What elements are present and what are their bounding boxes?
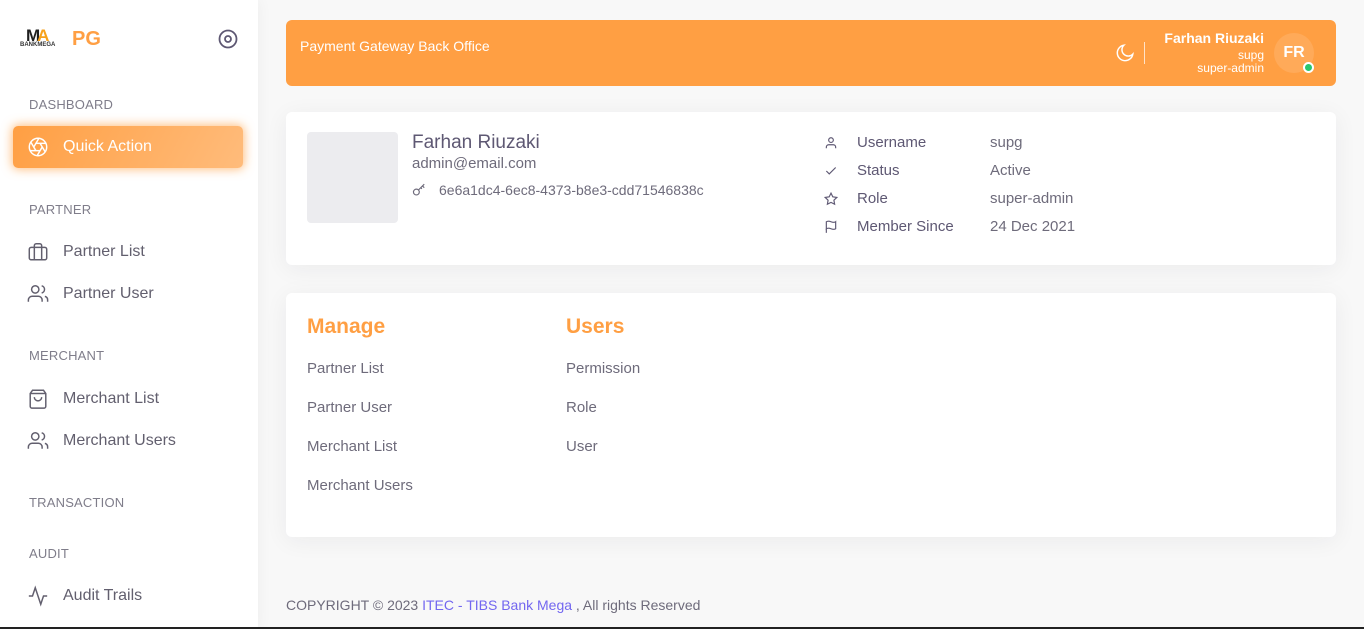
users-link-permission[interactable]: Permission <box>566 360 640 377</box>
section-merchant: MERCHANT <box>29 348 105 363</box>
manage-title: Manage <box>307 315 386 338</box>
check-icon <box>825 166 837 175</box>
info-row-role: Role super-admin <box>824 190 1073 207</box>
section-transaction: TRANSACTION <box>29 495 125 510</box>
users-icon <box>27 285 49 302</box>
profile-key: 6e6a1dc4-6ec8-4373-b8e3-cdd71546838c <box>412 182 704 198</box>
flag-icon <box>825 219 837 233</box>
info-row-username: Username supg <box>824 134 1023 151</box>
info-label: Role <box>857 190 888 207</box>
users-icon <box>27 432 49 449</box>
manage-link-partner-user[interactable]: Partner User <box>307 399 392 416</box>
sidebar-item-quick-action[interactable]: Quick Action <box>13 126 243 168</box>
footer-copyright: COPYRIGHT © 2023 <box>286 597 423 613</box>
info-value: Active <box>990 162 1031 179</box>
header-user-role: super-admin <box>1197 61 1264 75</box>
avatar[interactable]: FR <box>1274 33 1314 73</box>
moon-icon[interactable] <box>1114 42 1136 64</box>
brand-name: PG <box>72 27 101 50</box>
info-value: supg <box>990 134 1023 151</box>
sidebar-item-label: Merchant Users <box>63 432 176 449</box>
profile-email: admin@email.com <box>412 155 537 172</box>
sidebar-item-label: Audit Trails <box>63 587 143 604</box>
sidebar-item-merchant-list[interactable]: Merchant List <box>13 378 243 420</box>
header-user-name[interactable]: Farhan Riuzaki <box>1164 30 1264 46</box>
users-link-user[interactable]: User <box>566 438 598 455</box>
aperture-icon <box>28 137 48 157</box>
info-row-member-since: Member Since 24 Dec 2021 <box>824 218 1075 235</box>
manage-link-partner-list[interactable]: Partner List <box>307 360 384 377</box>
info-value: 24 Dec 2021 <box>990 218 1076 235</box>
info-row-status: Status Active <box>824 162 1031 179</box>
footer-rights: , All rights Reserved <box>572 597 701 613</box>
sidebar-toggle-icon[interactable] <box>216 27 240 51</box>
sidebar-item-label: Partner User <box>63 285 154 302</box>
shopping-bag-icon <box>29 389 47 409</box>
sidebar-item-label: Partner List <box>63 243 145 260</box>
footer-company-link[interactable]: ITEC - TIBS Bank Mega <box>422 597 572 613</box>
info-label: Status <box>857 162 900 179</box>
sidebar-item-merchant-users[interactable]: Merchant Users <box>13 420 243 462</box>
star-icon <box>824 191 838 205</box>
profile-key-value: 6e6a1dc4-6ec8-4373-b8e3-cdd71546838c <box>439 182 704 198</box>
profile-card: Farhan Riuzaki admin@email.com 6e6a1dc4-… <box>286 112 1336 265</box>
sidebar-item-label: Quick Action <box>63 138 152 155</box>
profile-photo <box>307 132 398 223</box>
sidebar-item-audit-trails[interactable]: Audit Trails <box>13 575 243 617</box>
app-title: Payment Gateway Back Office <box>300 38 490 54</box>
footer: COPYRIGHT © 2023 ITEC - TIBS Bank Mega ,… <box>286 597 700 613</box>
briefcase-icon <box>28 243 48 261</box>
info-value: super-admin <box>990 190 1074 207</box>
header-user-meta[interactable]: supg super-admin <box>1197 49 1264 75</box>
manage-link-merchant-list[interactable]: Merchant List <box>307 438 397 455</box>
info-label: Member Since <box>857 218 954 235</box>
quick-links-card: Manage Partner List Partner User Merchan… <box>286 293 1336 537</box>
online-status-dot <box>1303 62 1314 73</box>
key-icon <box>412 183 425 196</box>
top-navbar: Payment Gateway Back Office Farhan Riuza… <box>286 20 1336 86</box>
section-audit: AUDIT <box>29 546 69 561</box>
user-icon <box>825 136 837 148</box>
profile-name: Farhan Riuzaki <box>412 132 540 153</box>
manage-link-merchant-users[interactable]: Merchant Users <box>307 477 413 494</box>
avatar-initials: FR <box>1283 44 1305 61</box>
info-label: Username <box>857 134 927 151</box>
header-divider <box>1144 42 1145 64</box>
users-title: Users <box>566 315 625 338</box>
sidebar-item-label: Merchant List <box>63 390 160 407</box>
section-dashboard: DASHBOARD <box>29 97 114 112</box>
section-partner: PARTNER <box>29 202 92 217</box>
users-link-role[interactable]: Role <box>566 399 597 416</box>
sidebar-item-partner-list[interactable]: Partner List <box>13 231 243 273</box>
activity-icon <box>28 585 48 607</box>
brand[interactable]: MA BANKMEGA PG <box>20 26 101 52</box>
sidebar: MA BANKMEGA PG DASHBOARD Quick Action PA… <box>0 0 258 629</box>
sidebar-item-partner-user[interactable]: Partner User <box>13 273 243 315</box>
bank-mega-logo: MA BANKMEGA <box>20 26 56 48</box>
